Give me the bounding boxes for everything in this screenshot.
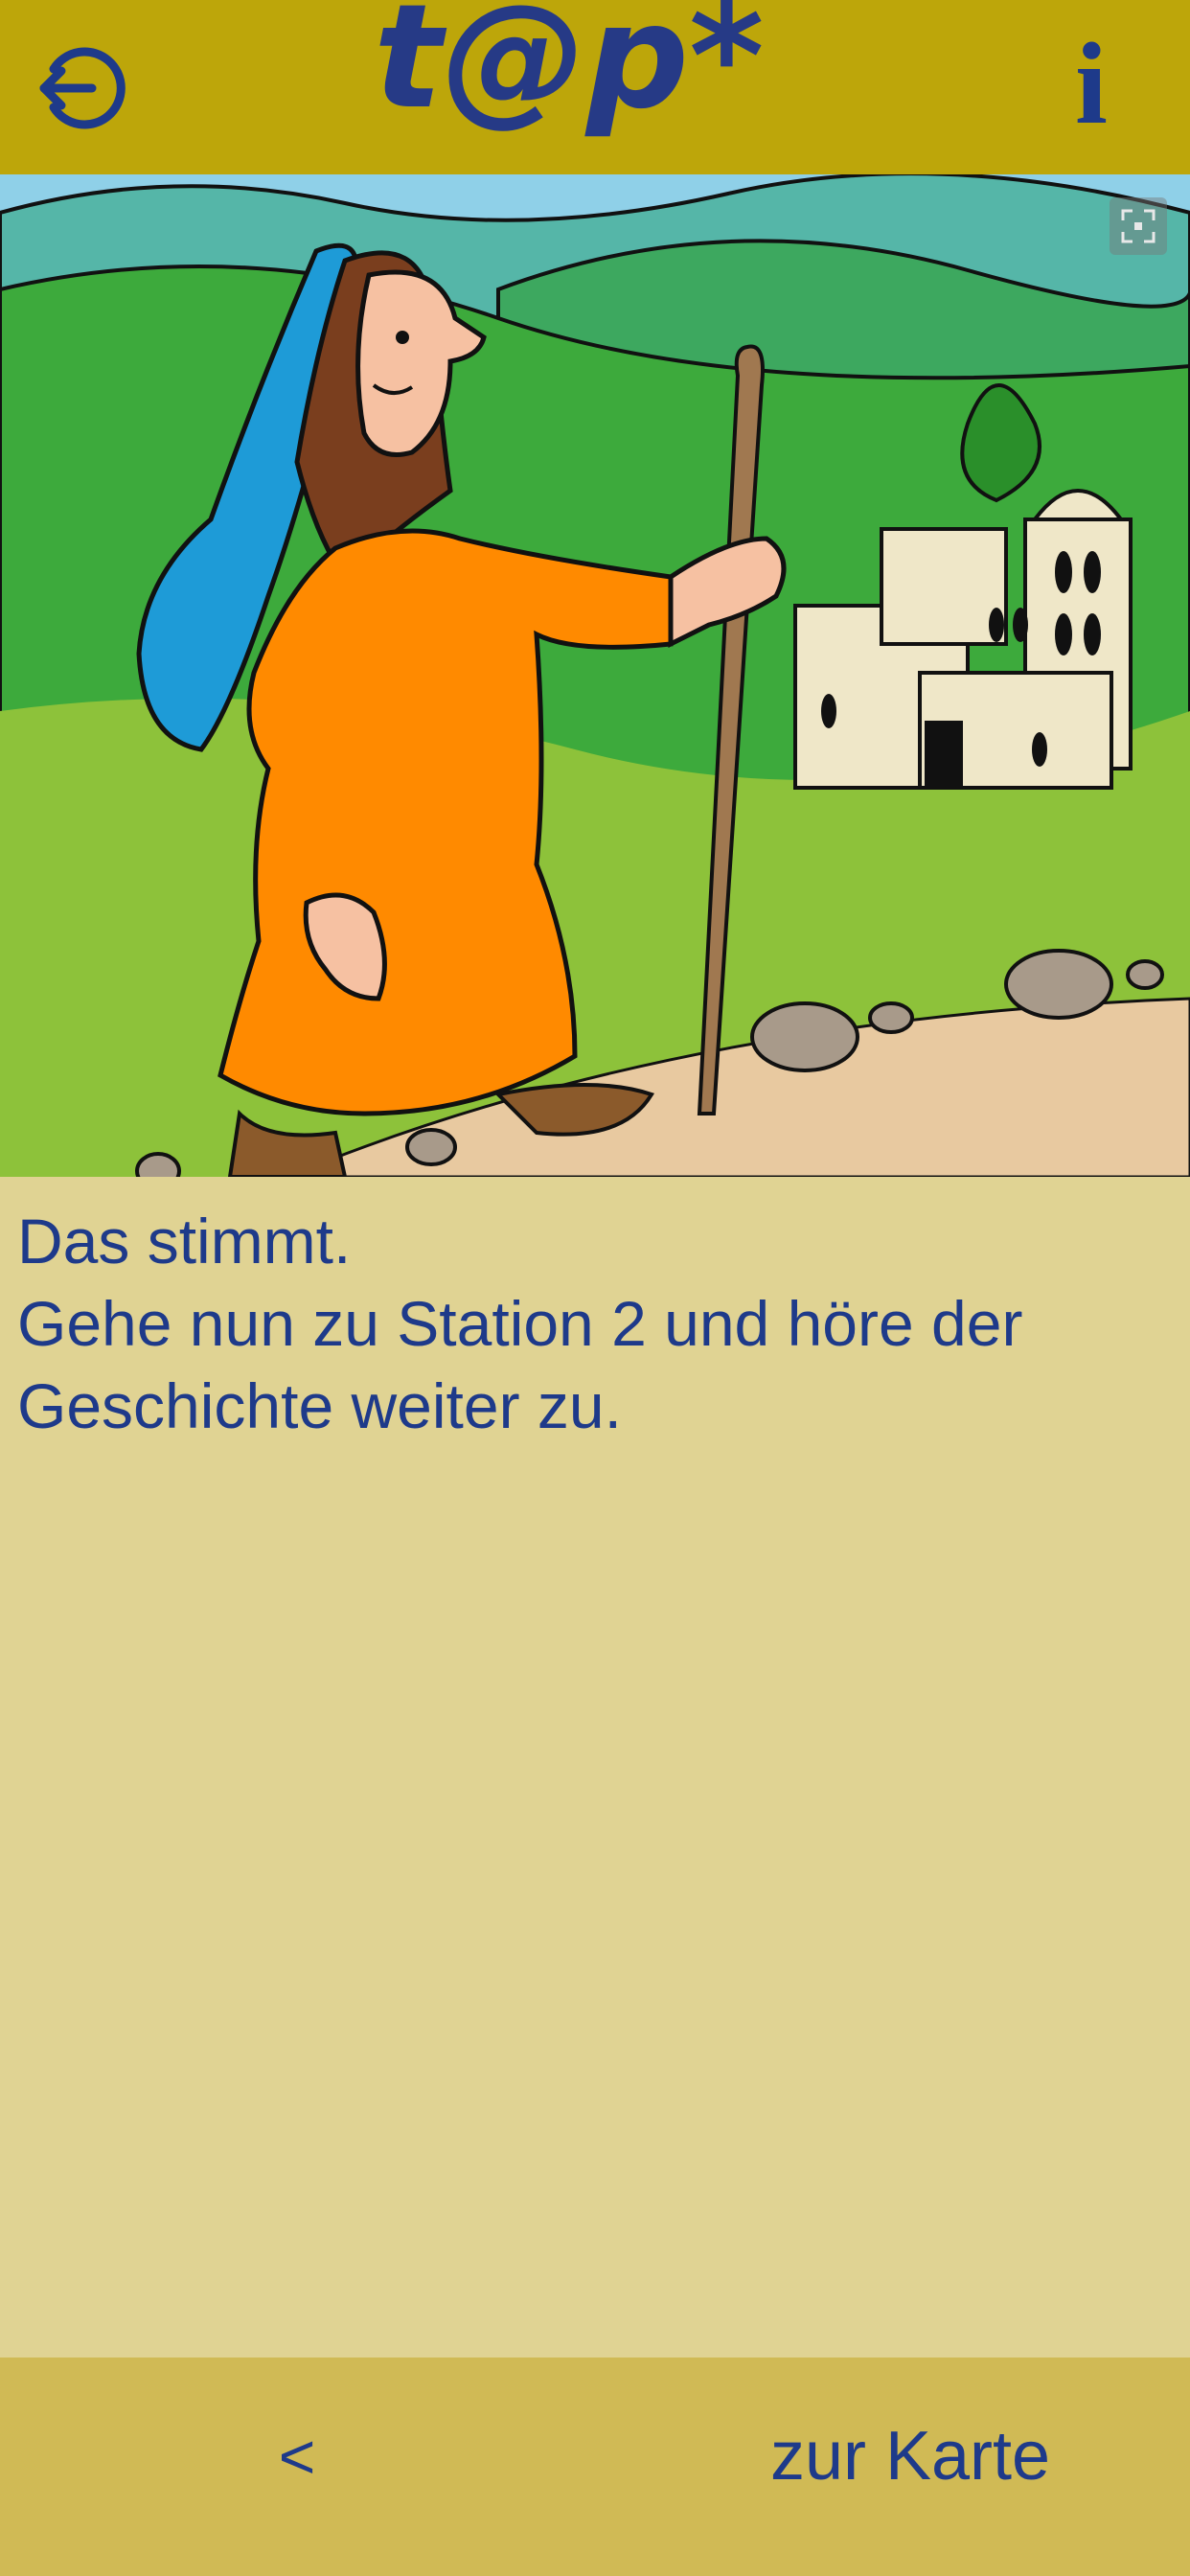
logout-button[interactable]	[27, 40, 130, 136]
story-illustration	[0, 174, 1190, 1177]
svg-text:t@p*: t@p*	[374, 0, 765, 141]
feedback-line-2: Gehe nun zu Station 2 und höre der Gesch…	[17, 1288, 1023, 1441]
to-map-button[interactable]: zur Karte	[728, 2404, 1092, 2509]
feedback-text: Das stimmt. Gehe nun zu Station 2 und hö…	[17, 1200, 1167, 1447]
bottom-bar: < zur Karte	[0, 2358, 1190, 2576]
top-bar: t@p* i	[0, 0, 1190, 174]
logout-arrow-icon	[39, 47, 126, 129]
app-screen: t@p* i Das stimmt. Gehe nun zu Station 2…	[0, 0, 1190, 2576]
mary-journey-illustration	[0, 174, 1190, 1177]
fullscreen-icon	[1121, 209, 1156, 243]
feedback-line-1: Das stimmt.	[17, 1206, 352, 1276]
fullscreen-button[interactable]	[1110, 197, 1167, 255]
tap-logo: t@p*	[374, 0, 765, 141]
back-button[interactable]: <	[249, 2404, 345, 2509]
info-button[interactable]: i	[1058, 26, 1125, 143]
